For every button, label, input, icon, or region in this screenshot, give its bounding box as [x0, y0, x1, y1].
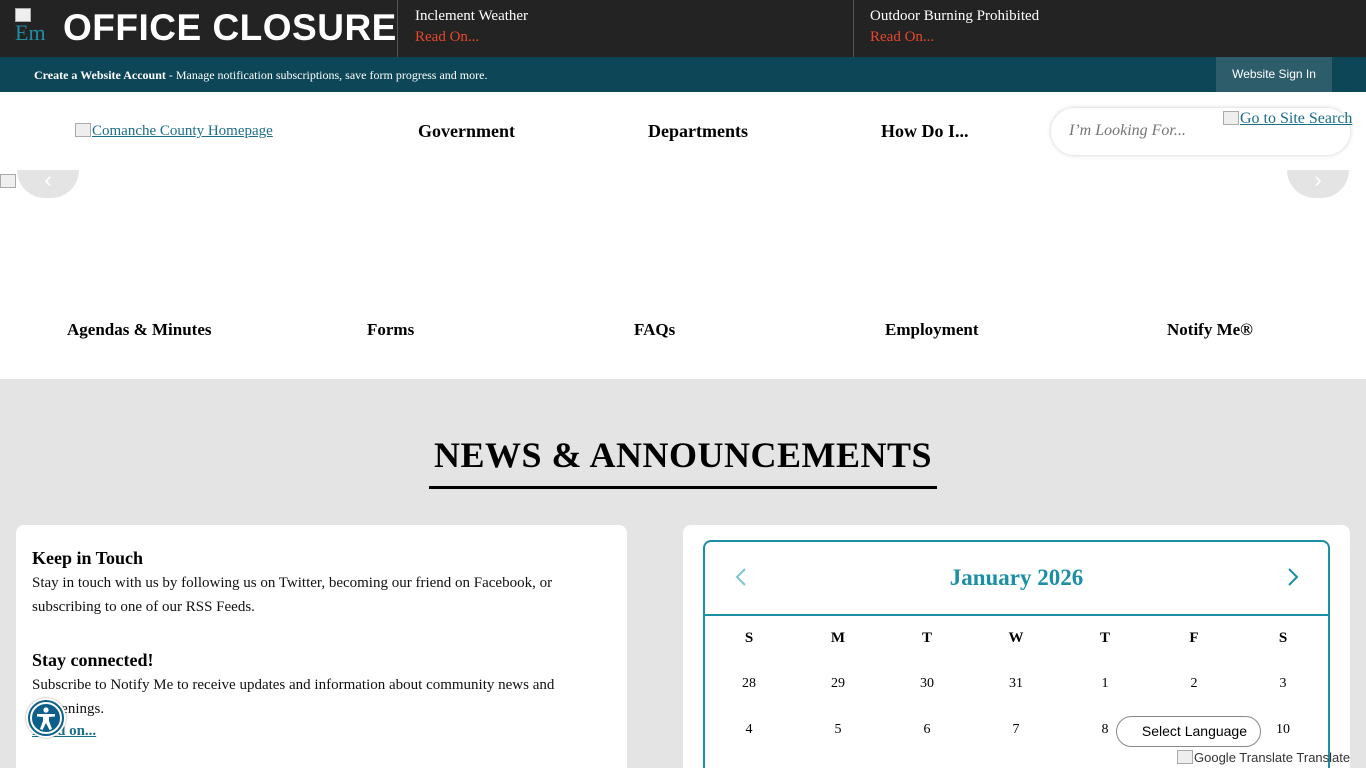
- site-logo-link[interactable]: Comanche County Homepage: [75, 123, 273, 140]
- calendar-weekday: F: [1189, 630, 1199, 646]
- calendar-weekday: T: [1099, 630, 1110, 646]
- quick-link-faqs[interactable]: FAQs: [634, 320, 675, 340]
- slideshow-next-button[interactable]: ›: [1287, 167, 1349, 198]
- alert-item-title: Outdoor Burning Prohibited: [870, 8, 1040, 24]
- alert-item[interactable]: Inclement Weather Read On...: [399, 0, 854, 57]
- calendar-day[interactable]: 10: [1263, 722, 1303, 738]
- chevron-left-icon: ‹: [44, 167, 52, 192]
- search-input[interactable]: [1069, 120, 1219, 142]
- alert-title[interactable]: OFFICE CLOSURE: [63, 7, 397, 49]
- calendar-weekday: W: [1008, 630, 1024, 646]
- account-bar-description: - Manage notification subscriptions, sav…: [165, 68, 488, 82]
- alert-item-read-on-link[interactable]: Read On...: [415, 29, 853, 46]
- accessibility-figure-icon: [30, 702, 62, 734]
- calendar-day[interactable]: 28: [729, 676, 769, 692]
- alert-image: Em: [15, 8, 57, 56]
- account-bar-text: Create a Website Account - Manage notifi…: [34, 68, 487, 83]
- quick-link-employment[interactable]: Employment: [885, 320, 979, 340]
- website-sign-in-button[interactable]: Website Sign In: [1216, 57, 1332, 92]
- slideshow-prev-button[interactable]: ‹: [17, 167, 79, 198]
- nav-departments[interactable]: Departments: [648, 121, 748, 142]
- nav-how-do-i[interactable]: How Do I...: [881, 121, 969, 142]
- calendar-day[interactable]: 5: [818, 722, 858, 738]
- quick-link-notify-me[interactable]: Notify Me®: [1167, 320, 1253, 340]
- google-translate-icon: [1177, 750, 1193, 764]
- alert-item-read-on-link[interactable]: Read On...: [870, 29, 1366, 46]
- alert-item-title: Inclement Weather: [415, 8, 529, 24]
- news-item-text: Stay in touch with us by following us on…: [32, 575, 553, 615]
- select-language-button[interactable]: Select Language: [1116, 716, 1261, 747]
- calendar-day[interactable]: 30: [907, 676, 947, 692]
- google-translate-label: Google Translate Translate: [1177, 750, 1350, 765]
- calendar-day[interactable]: 4: [729, 722, 769, 738]
- broken-image-icon: [75, 123, 91, 137]
- alert-bar: Em OFFICE CLOSURE Inclement Weather Read…: [0, 0, 1366, 57]
- calendar-day[interactable]: 6: [907, 722, 947, 738]
- calendar-weekday: S: [1278, 630, 1288, 646]
- account-bar: Create a Website Account - Manage notifi…: [0, 57, 1366, 92]
- news-item-title[interactable]: Keep in Touch: [32, 548, 143, 569]
- alert-item[interactable]: Outdoor Burning Prohibited Read On...: [854, 0, 1366, 57]
- quick-link-forms[interactable]: Forms: [367, 320, 414, 340]
- calendar-weekday: M: [830, 630, 846, 646]
- calendar-header-divider: [705, 614, 1328, 616]
- slideshow-image: [0, 174, 16, 188]
- news-item-title[interactable]: Stay connected!: [32, 650, 153, 671]
- search-icon: [1223, 111, 1239, 125]
- news-heading: NEWS & ANNOUNCEMENTS: [433, 435, 933, 475]
- calendar-day[interactable]: 31: [996, 676, 1036, 692]
- chevron-right-icon: [1288, 568, 1299, 586]
- calendar-next-month-button[interactable]: [1283, 566, 1303, 588]
- accessibility-icon[interactable]: [26, 698, 66, 738]
- calendar-month-label: January 2026: [949, 565, 1084, 590]
- calendar-day[interactable]: 2: [1174, 676, 1214, 692]
- alert-image-alt: Em: [15, 20, 46, 45]
- google-translate-text: Translate: [1296, 750, 1351, 765]
- chevron-right-icon: ›: [1314, 167, 1322, 192]
- calendar-day[interactable]: 7: [996, 722, 1036, 738]
- calendar-day[interactable]: 1: [1085, 676, 1125, 692]
- search-go-button[interactable]: Go to Site Search: [1223, 110, 1352, 128]
- quick-link-agendas-minutes[interactable]: Agendas & Minutes: [67, 320, 212, 340]
- google-translate-alt: Google Translate: [1194, 750, 1294, 765]
- calendar-weekday: T: [921, 630, 932, 646]
- alert-title-area: Em OFFICE CLOSURE: [0, 0, 398, 57]
- logo-alt-text: Comanche County Homepage: [92, 123, 273, 139]
- news-item-text: Subscribe to Notify Me to receive update…: [32, 677, 555, 717]
- calendar-day[interactable]: 29: [818, 676, 858, 692]
- news-heading-underline: [429, 486, 937, 489]
- create-account-link[interactable]: Create a Website Account: [34, 68, 166, 82]
- nav-government[interactable]: Government: [418, 121, 515, 142]
- calendar-weekday: S: [744, 630, 754, 646]
- calendar-day[interactable]: 3: [1263, 676, 1303, 692]
- broken-image-icon: [15, 8, 31, 22]
- search-go-alt: Go to Site Search: [1240, 110, 1353, 127]
